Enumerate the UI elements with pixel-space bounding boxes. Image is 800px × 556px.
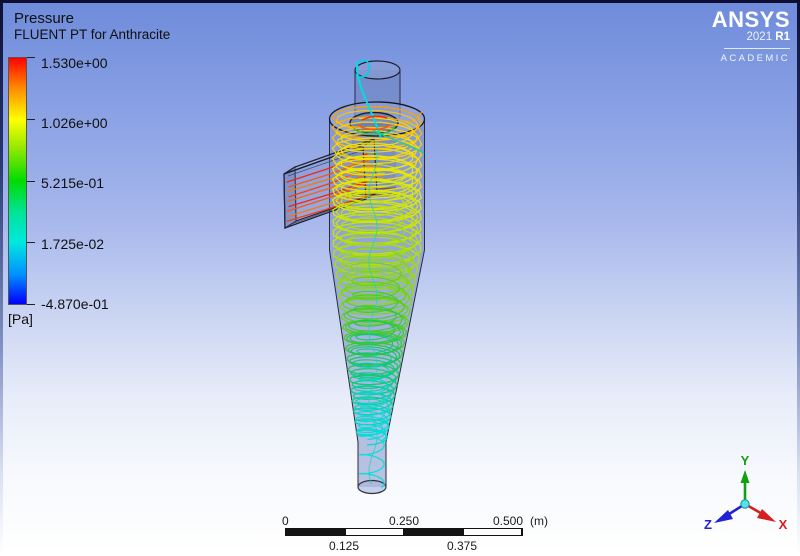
ruler-segment [345, 529, 404, 535]
ruler-label-q3: 0.375 [446, 539, 478, 553]
ansys-edition: ACADEMIC [720, 53, 790, 64]
ansys-wordmark: ANSYS [711, 7, 790, 32]
ansys-logo: ANSYS 2021 R1 ACADEMIC [712, 9, 790, 64]
ruler-segment [286, 529, 345, 535]
ansys-release: R1 [775, 31, 790, 43]
colorbar-tick [27, 304, 35, 305]
origin-sphere-icon [740, 499, 750, 509]
x-axis-label: X [779, 517, 788, 532]
ruler-label-q1: 0.125 [328, 539, 360, 553]
colorbar: 1.530e+00 1.026e+00 5.215e-01 1.725e-02 … [8, 55, 178, 312]
colorbar-tick [27, 242, 35, 243]
axis-triad[interactable]: Y Z X [697, 449, 797, 551]
colorbar-gradient [8, 57, 27, 305]
z-axis-label: Z [704, 517, 712, 532]
ruler-segment [463, 529, 522, 535]
ansys-divider [724, 48, 790, 49]
graphics-window-frame: Pressure FLUENT PT for Anthracite 1.530e… [0, 0, 800, 556]
colorbar-unit: [Pa] [8, 311, 33, 327]
scale-ruler: 0 0.250 0.500 (m) 0.125 0.375 [282, 514, 548, 553]
ruler-label-0: 0 [282, 514, 289, 528]
colorbar-label-min: -4.870e-01 [41, 296, 109, 312]
legend-title: Pressure [14, 10, 75, 27]
legend-subtitle: FLUENT PT for Anthracite [14, 27, 171, 42]
colorbar-tick [27, 181, 35, 182]
colorbar-tick [27, 57, 35, 58]
y-axis-label: Y [741, 453, 750, 468]
ruler-label-end: 0.500 [492, 514, 523, 528]
ansys-version: 2021 R1 [747, 31, 790, 44]
ansys-version-year: 2021 [746, 31, 776, 43]
colorbar-label-4: 1.725e-02 [41, 236, 105, 252]
colorbar-label-max: 1.530e+00 [41, 55, 108, 71]
ruler-unit: (m) [530, 514, 548, 528]
colorbar-label-2: 1.026e+00 [41, 115, 108, 131]
x-arrowhead-icon [757, 509, 776, 522]
colorbar-tick [27, 119, 35, 120]
legend-header: Pressure FLUENT PT for Anthracite [14, 10, 170, 42]
3d-viewport[interactable]: Pressure FLUENT PT for Anthracite 1.530e… [3, 3, 797, 553]
ruler-segment [404, 529, 463, 535]
ruler-label-mid: 0.250 [388, 514, 420, 528]
colorbar-label-3: 5.215e-01 [41, 175, 105, 191]
ruler-bar [285, 528, 523, 536]
y-arrowhead-icon [740, 470, 750, 483]
